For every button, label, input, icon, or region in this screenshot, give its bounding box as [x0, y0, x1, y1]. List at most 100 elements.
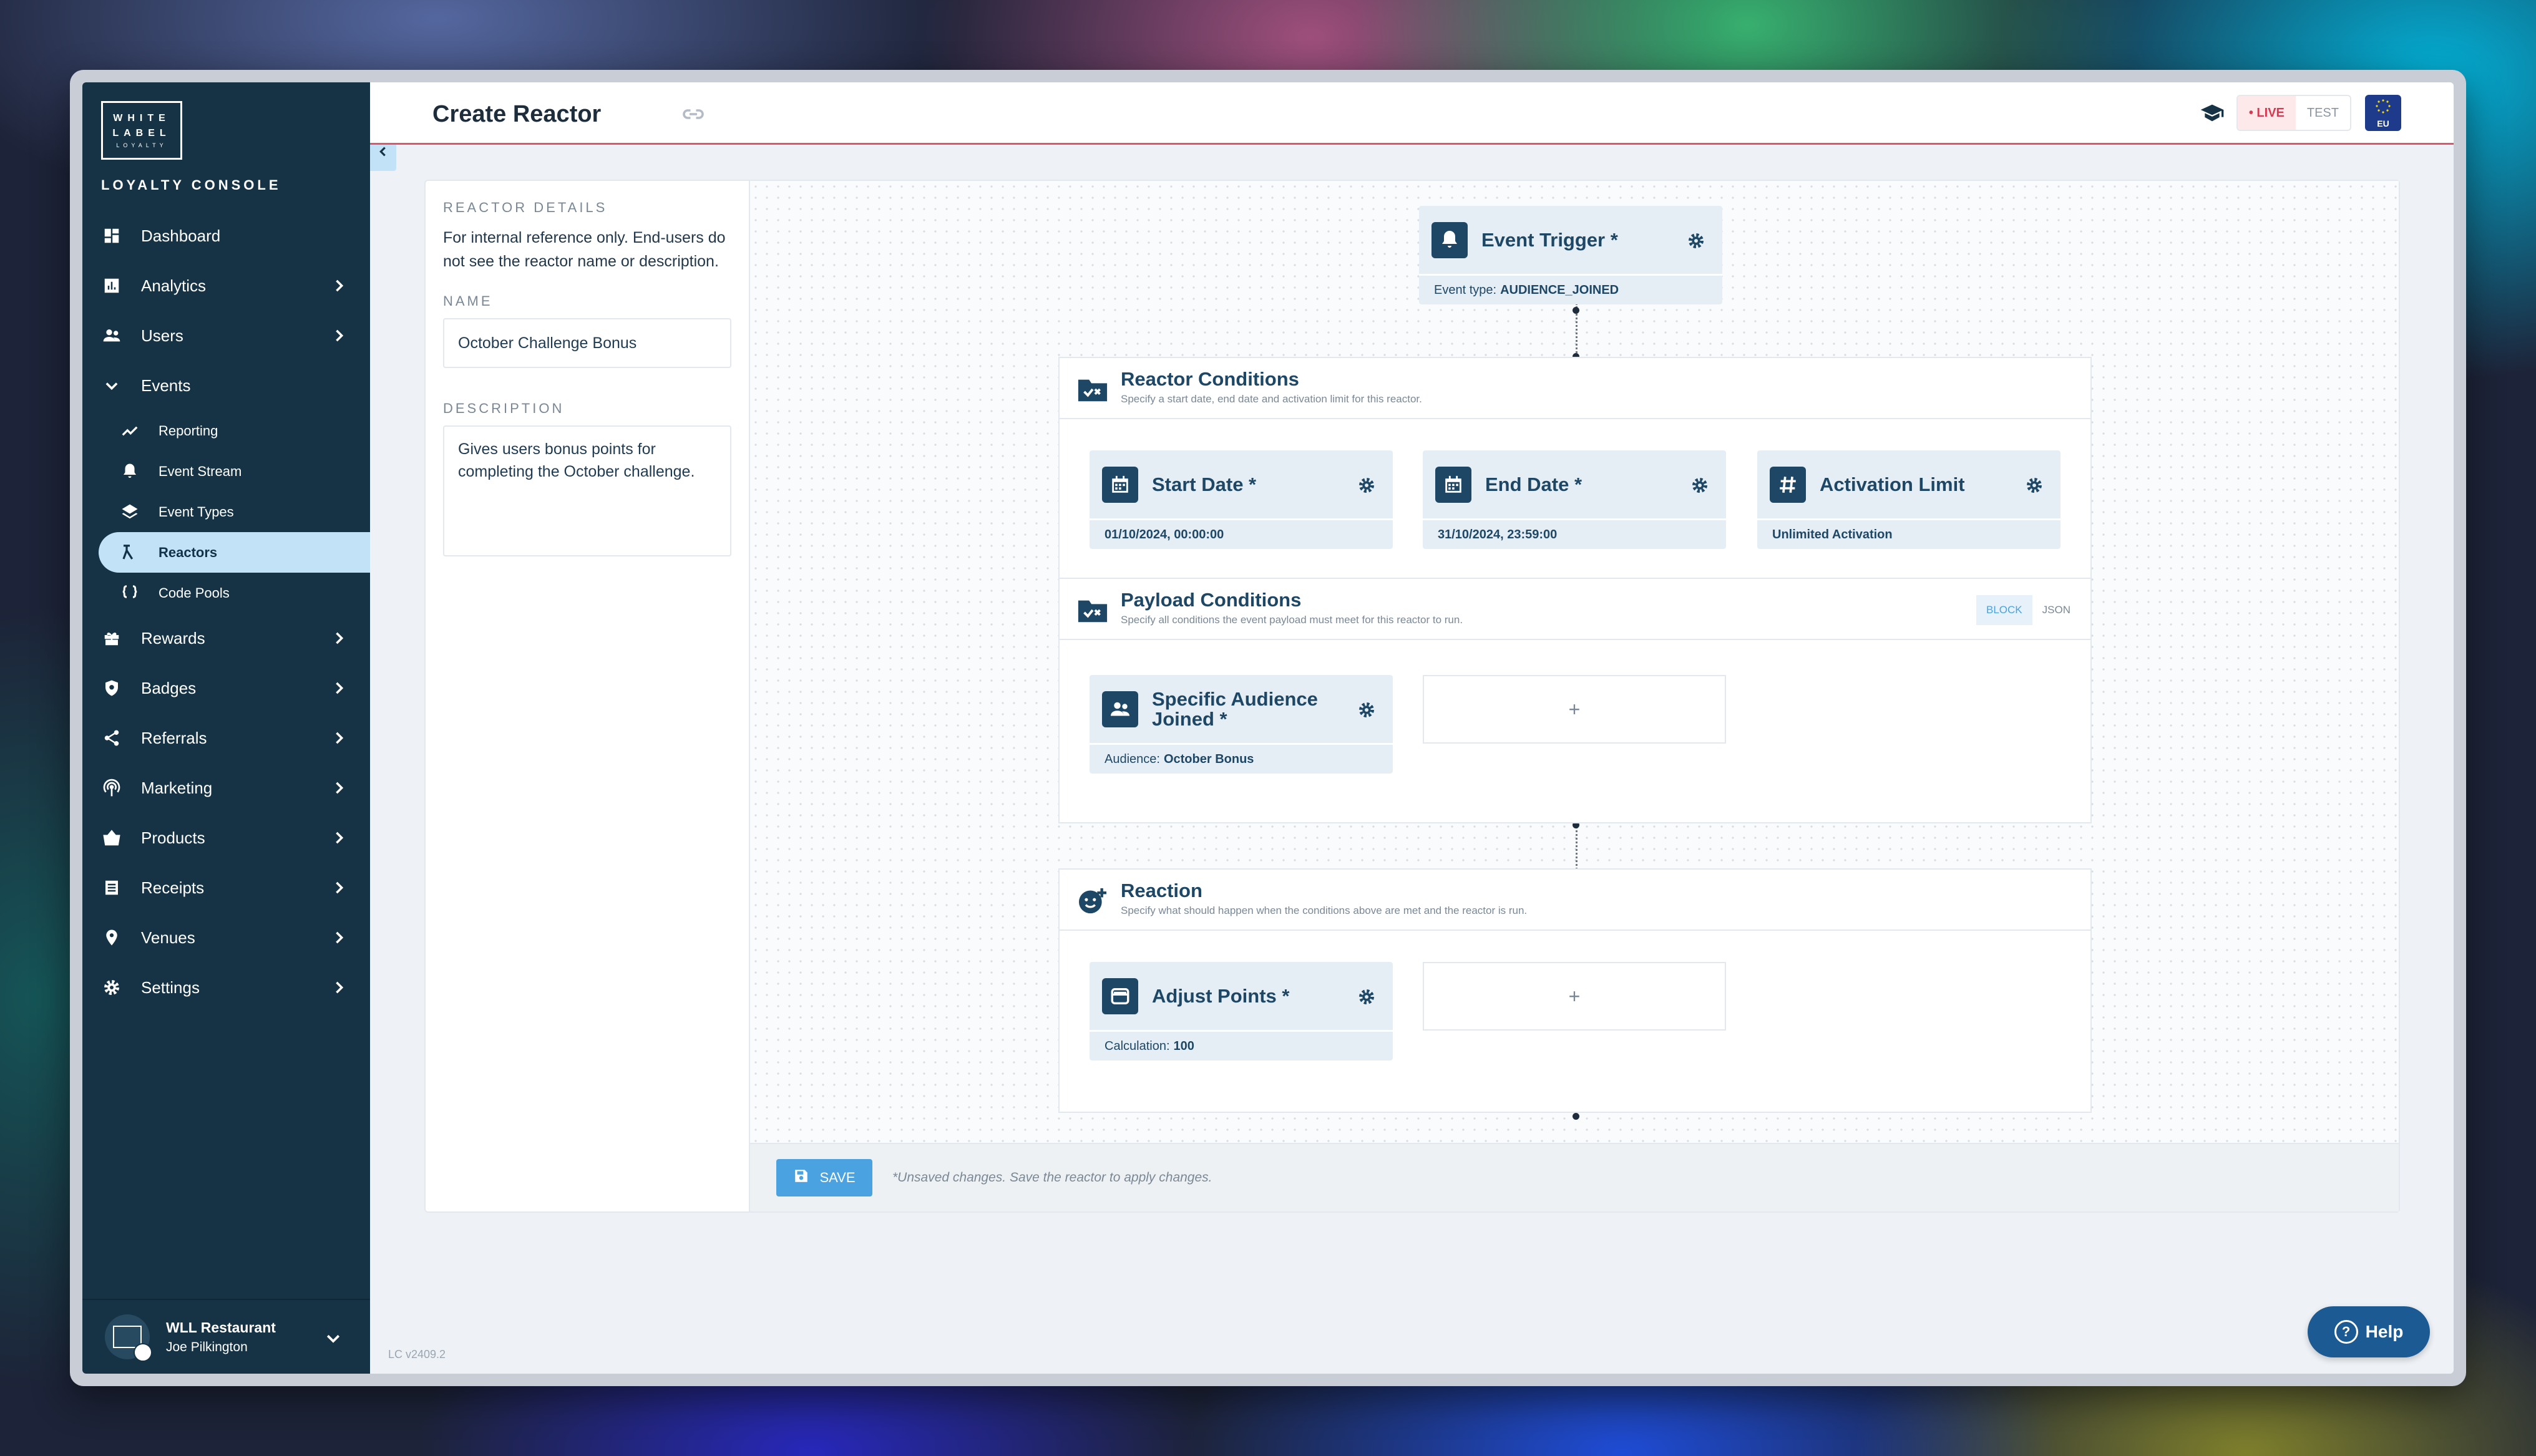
link-icon[interactable]	[682, 105, 705, 124]
block-title: Adjust Points *	[1152, 984, 1290, 1007]
sidebar-subitem-event-types[interactable]: Event Types	[82, 492, 370, 532]
flow-canvas: Event Trigger * Event type: AUDIENCE_JOIN…	[750, 181, 2399, 1145]
logo[interactable]: WHITE LABEL LOYALTY	[101, 101, 182, 160]
section-header: Reaction Specify what should happen when…	[1060, 870, 2090, 931]
avatar	[105, 1314, 152, 1362]
save-bar: SAVE *Unsaved changes. Save the reactor …	[750, 1143, 2399, 1211]
sidebar-subitem-reporting[interactable]: Reporting	[82, 410, 370, 451]
reaction-section: Reaction Specify what should happen when…	[1058, 868, 2092, 1113]
chevron-right-icon	[336, 329, 344, 342]
region-flag[interactable]: EU	[2365, 95, 2401, 131]
trending-icon	[120, 421, 140, 441]
block-header: Start Date *	[1090, 450, 1393, 520]
broadcast-icon	[101, 777, 122, 798]
version-label: LC v2409.2	[388, 1348, 446, 1361]
block-header: Activation Limit	[1757, 450, 2060, 520]
end-date-block[interactable]: End Date * 31/10/2024, 23:59:00	[1423, 450, 1726, 549]
chevron-down-icon	[326, 1334, 340, 1343]
block-title: Start Date *	[1152, 473, 1257, 495]
header-actions: • LIVE TEST EU	[2197, 95, 2401, 131]
sidebar-item-products[interactable]: Products	[82, 813, 370, 863]
block-view-option[interactable]: BLOCK	[1976, 595, 2032, 625]
save-button[interactable]: SAVE	[776, 1159, 872, 1196]
block-value: AUDIENCE_JOINED	[1500, 283, 1619, 297]
chevron-right-icon	[336, 832, 344, 844]
account-switcher[interactable]: WLL Restaurant Joe Pilkington	[82, 1299, 370, 1374]
folder-check-icon	[1078, 379, 1108, 402]
sidebar-subitem-code-pools[interactable]: Code Pools	[82, 573, 370, 613]
sidebar-item-rewards[interactable]: Rewards	[82, 613, 370, 663]
help-button[interactable]: ? Help	[2308, 1306, 2430, 1357]
block-caption: Audience:	[1105, 752, 1160, 766]
section-subtitle: Specify all conditions the event payload…	[1121, 614, 1463, 626]
reactor-details-panel: REACTOR DETAILS For internal reference o…	[426, 181, 750, 1211]
block-header: Adjust Points *	[1090, 962, 1393, 1032]
env-test-option[interactable]: TEST	[2296, 96, 2350, 130]
sidebar-item-receipts[interactable]: Receipts	[82, 863, 370, 913]
app: WHITE LABEL LOYALTY LOYALTY CONSOLE Dash…	[82, 82, 2454, 1374]
unsaved-changes-note: *Unsaved changes. Save the reactor to ap…	[892, 1170, 1212, 1185]
sidebar-item-settings[interactable]: Settings	[82, 963, 370, 1012]
gear-icon[interactable]	[1357, 700, 1377, 720]
block-value: October Bonus	[1163, 752, 1254, 766]
gear-icon[interactable]	[2024, 475, 2044, 495]
folder-check-icon	[1078, 600, 1108, 623]
chevron-left-icon	[379, 147, 386, 157]
merge-icon	[120, 543, 140, 563]
section-subtitle: Specify what should happen when the cond…	[1121, 905, 1528, 916]
activation-limit-block[interactable]: Activation Limit Unlimited Activation	[1757, 450, 2060, 549]
sidebar-subitem-reactors[interactable]: Reactors	[99, 532, 370, 573]
sidebar-item-label: Events	[141, 376, 191, 395]
sidebar-item-label: Venues	[141, 928, 195, 947]
gear-icon[interactable]	[1357, 987, 1377, 1007]
specific-audience-block[interactable]: Specific Audience Joined * Audience: Octo…	[1090, 675, 1393, 774]
sidebar-item-events[interactable]: Events	[82, 361, 370, 410]
description-field[interactable]: Gives users bonus points for completing …	[443, 425, 731, 556]
add-condition-button[interactable]: +	[1423, 675, 1726, 744]
add-reaction-button[interactable]: +	[1423, 962, 1726, 1031]
section-header: Payload Conditions Specify all condition…	[1060, 579, 2090, 640]
name-field[interactable]: October Challenge Bonus	[443, 318, 731, 368]
event-trigger-block[interactable]: Event Trigger * Event type: AUDIENCE_JOIN…	[1419, 206, 1722, 304]
sidebar-item-label: Referrals	[141, 728, 207, 747]
block-value: 31/10/2024, 23:59:00	[1438, 527, 1558, 541]
help-label: Help	[2365, 1322, 2404, 1341]
gear-icon[interactable]	[1686, 231, 1706, 251]
section-title: Reactor Conditions	[1121, 368, 1299, 390]
block-title: Specific Audience Joined *	[1152, 687, 1318, 730]
sidebar-item-venues[interactable]: Venues	[82, 913, 370, 963]
sidebar-item-marketing[interactable]: Marketing	[82, 763, 370, 813]
wallet-icon	[1102, 978, 1138, 1014]
env-live-option[interactable]: • LIVE	[2237, 96, 2296, 130]
sidebar-subitem-event-stream[interactable]: Event Stream	[82, 451, 370, 492]
gear-icon[interactable]	[1357, 475, 1377, 495]
json-view-option[interactable]: JSON	[2032, 595, 2080, 625]
sidebar-item-users[interactable]: Users	[82, 311, 370, 361]
block-title: End Date *	[1485, 473, 1583, 495]
name-label: NAME	[443, 293, 493, 309]
bell-icon	[120, 462, 140, 482]
sidebar-subitem-label: Event Types	[158, 503, 234, 520]
gear-icon[interactable]	[1690, 475, 1710, 495]
academy-icon[interactable]	[2197, 95, 2228, 130]
user-name: Joe Pilkington	[166, 1339, 248, 1354]
sidebar-item-label: Products	[141, 828, 205, 847]
start-date-block[interactable]: Start Date * 01/10/2024, 00:00:00	[1090, 450, 1393, 549]
sidebar-subitem-label: Reactors	[158, 544, 218, 560]
reactor-conditions-section: Reactor Conditions Specify a start date,…	[1058, 357, 2092, 579]
users-icon	[1102, 691, 1138, 727]
sidebar-item-badges[interactable]: Badges	[82, 663, 370, 713]
location-pin-icon	[101, 927, 122, 948]
sidebar-item-analytics[interactable]: Analytics	[82, 261, 370, 311]
reactor-editor: REACTOR DETAILS For internal reference o…	[424, 180, 2400, 1213]
sidebar-item-dashboard[interactable]: Dashboard	[82, 211, 370, 261]
adjust-points-block[interactable]: Adjust Points * Calculation: 100	[1090, 962, 1393, 1060]
calendar-icon	[1102, 466, 1138, 503]
user-info: WLL Restaurant Joe Pilkington	[166, 1319, 276, 1355]
sidebar-item-referrals[interactable]: Referrals	[82, 713, 370, 763]
receipt-icon	[101, 877, 122, 898]
sidebar-item-label: Marketing	[141, 778, 213, 797]
sidebar-item-label: Receipts	[141, 878, 205, 897]
bell-icon	[1431, 221, 1468, 258]
gift-icon	[101, 628, 122, 649]
